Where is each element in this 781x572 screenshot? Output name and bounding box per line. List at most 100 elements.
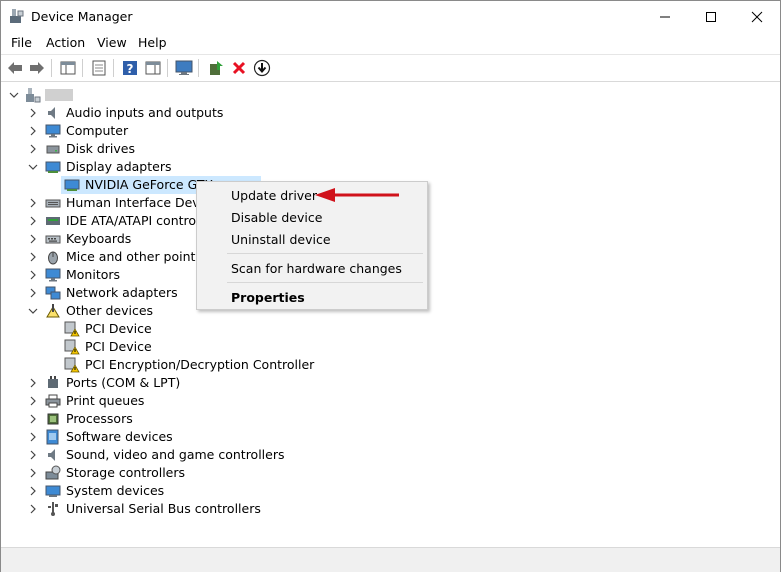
network-icon — [45, 285, 61, 301]
tree-child-item[interactable]: PCI Encryption/Decryption Controller — [1, 356, 421, 374]
chevron-right-icon[interactable] — [28, 414, 38, 424]
close-icon — [751, 11, 763, 22]
port-icon — [45, 375, 61, 391]
menu-properties[interactable]: Properties — [231, 290, 305, 305]
action-pane-button[interactable] — [143, 58, 163, 78]
chevron-right-icon[interactable] — [28, 468, 38, 478]
tree-item-label: Print queues — [66, 393, 145, 408]
menu-update-driver[interactable]: Update driver — [231, 188, 317, 203]
status-bar — [1, 547, 780, 572]
enable-device-toolbar-button[interactable] — [252, 58, 272, 78]
tree-category-item[interactable]: Disk drives — [1, 140, 421, 158]
tree-item-label: Software devices — [66, 429, 173, 444]
chevron-right-icon[interactable] — [28, 108, 38, 118]
device-manager-icon — [9, 8, 25, 24]
tree-category-item[interactable]: Software devices — [1, 428, 421, 446]
uninstall-device-toolbar-button[interactable] — [229, 58, 249, 78]
warning-device-icon — [64, 321, 80, 337]
display-adapter-icon — [45, 159, 61, 175]
storage-icon — [45, 465, 61, 481]
menu-help[interactable]: Help — [138, 35, 167, 50]
software-device-icon — [45, 429, 61, 445]
tree-category-item[interactable]: Storage controllers — [1, 464, 421, 482]
menu-separator — [227, 253, 423, 254]
back-arrow-icon — [8, 62, 22, 74]
speaker-icon — [45, 105, 61, 121]
chevron-right-icon[interactable] — [28, 486, 38, 496]
chevron-down-icon[interactable] — [28, 162, 38, 172]
warning-device-icon — [64, 357, 80, 373]
tree-item-label: Mice and other pointing — [66, 249, 215, 264]
tree-item-label: PCI Encryption/Decryption Controller — [85, 357, 315, 372]
chevron-right-icon[interactable] — [28, 378, 38, 388]
chevron-right-icon[interactable] — [28, 396, 38, 406]
chevron-right-icon[interactable] — [28, 144, 38, 154]
tree-child-item[interactable]: PCI Device — [1, 320, 421, 338]
chevron-right-icon[interactable] — [28, 216, 38, 226]
back-button[interactable] — [5, 58, 25, 78]
scan-monitor-icon — [175, 60, 193, 75]
maximize-button[interactable] — [688, 1, 734, 32]
mouse-icon — [45, 249, 61, 265]
tree-category-item[interactable]: Computer — [1, 122, 421, 140]
tree-root[interactable] — [7, 86, 87, 104]
tree-category-item[interactable]: Processors — [1, 410, 421, 428]
menu-scan-hardware[interactable]: Scan for hardware changes — [231, 261, 402, 276]
chevron-right-icon[interactable] — [28, 432, 38, 442]
menu-file[interactable]: File — [11, 35, 32, 50]
chevron-down-icon[interactable] — [28, 306, 38, 316]
chevron-right-icon[interactable] — [28, 288, 38, 298]
menu-uninstall-device[interactable]: Uninstall device — [231, 232, 331, 247]
close-button[interactable] — [734, 1, 780, 32]
keyboard-icon — [45, 231, 61, 247]
chevron-right-icon[interactable] — [28, 198, 38, 208]
chevron-right-icon[interactable] — [28, 234, 38, 244]
tree-category-item[interactable]: Universal Serial Bus controllers — [1, 500, 421, 518]
help-toolbar-button[interactable]: ? — [120, 58, 140, 78]
action-pane-icon — [145, 61, 161, 75]
tree-item-label: Processors — [66, 411, 133, 426]
minimize-button[interactable] — [642, 1, 688, 32]
tree-item-label: Other devices — [66, 303, 154, 318]
tree-category-item[interactable]: Print queues — [1, 392, 421, 410]
chevron-right-icon[interactable] — [28, 450, 38, 460]
tree-item-label: Disk drives — [66, 141, 135, 156]
help-icon: ? — [123, 61, 137, 76]
tree-category-item[interactable]: Display adapters — [1, 158, 421, 176]
tree-item-label: System devices — [66, 483, 165, 498]
chevron-right-icon[interactable] — [28, 270, 38, 280]
forward-button[interactable] — [27, 58, 47, 78]
tree-item-label: Universal Serial Bus controllers — [66, 501, 261, 516]
chevron-down-icon — [9, 92, 19, 98]
tree-item-label: Storage controllers — [66, 465, 186, 480]
monitor-icon — [45, 267, 61, 283]
display-adapter-icon — [64, 177, 80, 193]
tree-item-label: Display adapters — [66, 159, 172, 174]
properties-toolbar-button[interactable] — [89, 58, 109, 78]
menu-action[interactable]: Action — [46, 35, 85, 50]
chevron-right-icon[interactable] — [28, 504, 38, 514]
tree-item-label: Ports (COM & LPT) — [66, 375, 181, 390]
tree-category-item[interactable]: Ports (COM & LPT) — [1, 374, 421, 392]
disk-drive-icon — [45, 141, 61, 157]
tree-category-item[interactable]: System devices — [1, 482, 421, 500]
tree-category-item[interactable]: Sound, video and game controllers — [1, 446, 421, 464]
properties-icon — [92, 60, 106, 76]
menu-bar: File Action View Help — [1, 32, 780, 55]
update-driver-toolbar-button[interactable] — [206, 58, 226, 78]
minimize-icon — [660, 16, 670, 17]
tree-child-item[interactable]: PCI Device — [1, 338, 421, 356]
hid-icon — [45, 195, 61, 211]
tree-item-label: NVIDIA GeForce GTX — [85, 177, 214, 192]
forward-arrow-icon — [30, 62, 44, 74]
menu-disable-device[interactable]: Disable device — [231, 210, 322, 225]
chevron-right-icon[interactable] — [28, 252, 38, 262]
menu-view[interactable]: View — [97, 35, 127, 50]
scan-hardware-button[interactable] — [174, 58, 194, 78]
show-hide-console-tree-button[interactable] — [58, 58, 78, 78]
chevron-right-icon[interactable] — [28, 126, 38, 136]
red-arrow-annotation — [315, 188, 399, 202]
printer-icon — [45, 393, 61, 409]
tree-category-item[interactable]: Audio inputs and outputs — [1, 104, 421, 122]
download-arrow-icon — [253, 59, 271, 77]
